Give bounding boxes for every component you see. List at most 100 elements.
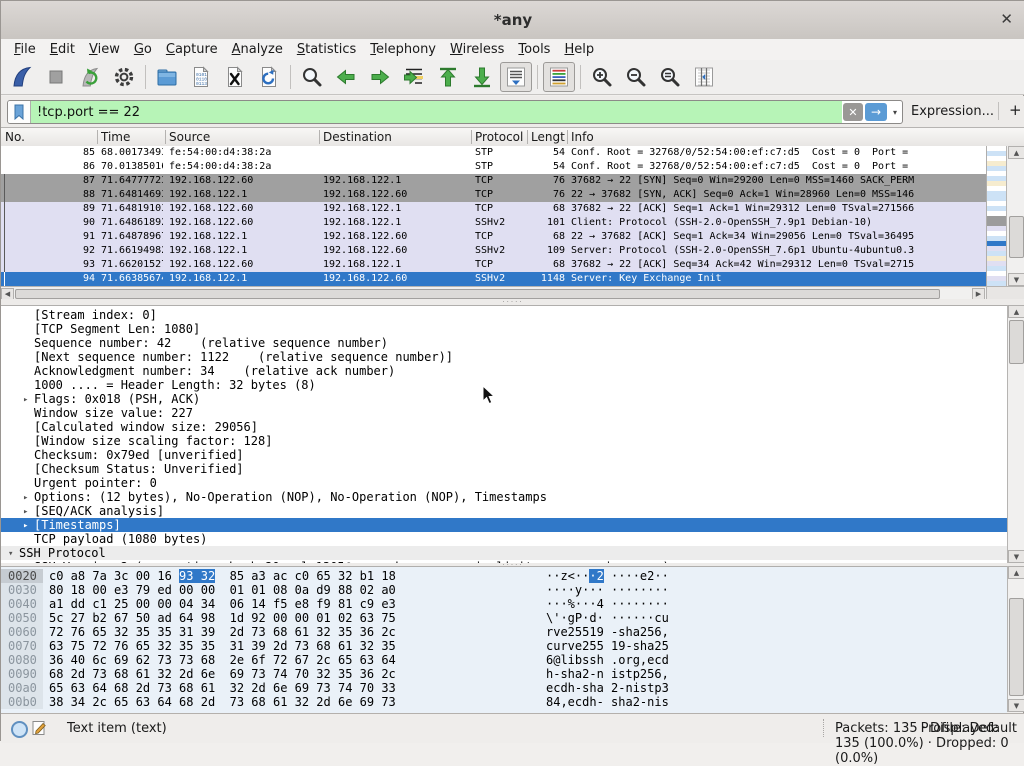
zoom-out-button[interactable] (620, 62, 652, 92)
resize-columns-button[interactable] (688, 62, 720, 92)
last-packet-button[interactable] (466, 62, 498, 92)
detail-line[interactable]: TCP payload (1080 bytes) (1, 532, 1007, 546)
save-file-button[interactable]: 010101100113 (185, 62, 217, 92)
filter-bookmark-button[interactable] (8, 101, 31, 123)
column-divider[interactable] (471, 130, 472, 144)
column-divider[interactable] (97, 130, 98, 144)
details-vscrollbar[interactable]: ▲ ▼ (1007, 305, 1024, 563)
menu-item-help[interactable]: Help (557, 40, 601, 59)
hex-bytes[interactable]: 63 75 72 76 65 32 35 35 31 39 2d 73 68 6… (49, 639, 396, 653)
column-divider[interactable] (527, 130, 528, 144)
close-window-button[interactable]: ✕ (996, 10, 1017, 28)
scroll-down-arrow-icon[interactable]: ▼ (1008, 550, 1024, 563)
hex-row-0060[interactable]: 006072 76 65 32 35 35 31 39 2d 73 68 61 … (1, 625, 1007, 639)
menu-item-analyze[interactable]: Analyze (225, 40, 290, 59)
hex-bytes[interactable]: 36 40 6c 69 62 73 73 68 2e 6f 72 67 2c 6… (49, 653, 396, 667)
column-divider[interactable] (319, 130, 320, 144)
detail-line[interactable]: [Window size scaling factor: 128] (1, 434, 1007, 448)
detail-line[interactable]: ▸[SEQ/ACK analysis] (1, 504, 1007, 518)
column-header-destination[interactable]: Destination (323, 129, 469, 145)
hex-row-0070[interactable]: 007063 75 72 76 65 32 35 35 31 39 2d 73 … (1, 639, 1007, 653)
scroll-up-arrow-icon[interactable]: ▲ (1008, 566, 1024, 579)
packet-list-minimap[interactable] (986, 146, 1007, 286)
hex-ascii[interactable]: rve25519 -sha256, (546, 625, 669, 639)
hex-ascii[interactable]: ··z<···2 ····e2·· (546, 569, 669, 583)
expert-info-icon[interactable] (11, 721, 28, 738)
expand-icon[interactable]: ▸ (23, 393, 28, 407)
hex-row-0030[interactable]: 003080 18 00 e3 79 ed 00 00 01 01 08 0a … (1, 583, 1007, 597)
add-filter-button[interactable]: + (1005, 101, 1024, 119)
capture-options-button[interactable] (108, 62, 140, 92)
detail-line[interactable]: Acknowledgment number: 34 (relative ack … (1, 364, 1007, 378)
first-packet-button[interactable] (432, 62, 464, 92)
menu-item-statistics[interactable]: Statistics (290, 40, 363, 59)
menu-item-telephony[interactable]: Telephony (363, 40, 443, 59)
detail-line[interactable]: [Stream index: 0] (1, 308, 1007, 322)
packet-bytes-pane[interactable]: 0020c0 a8 7a 3c 00 16 93 32 85 a3 ac c0 … (1, 566, 1007, 713)
menu-item-file[interactable]: File (7, 40, 43, 59)
scrollbar-thumb[interactable] (1009, 598, 1024, 696)
column-header-source[interactable]: Source (169, 129, 317, 145)
menu-item-tools[interactable]: Tools (511, 40, 557, 59)
hex-ascii[interactable]: ···%···4 ········ (546, 597, 669, 611)
hex-bytes[interactable]: c0 a8 7a 3c 00 16 93 32 85 a3 ac c0 65 3… (49, 569, 396, 583)
detail-line[interactable]: ▸Options: (12 bytes), No-Operation (NOP)… (1, 490, 1007, 504)
column-divider[interactable] (165, 130, 166, 144)
detail-line[interactable]: [Checksum Status: Unverified] (1, 462, 1007, 476)
column-header-protocol[interactable]: Protocol (475, 129, 525, 145)
hex-ascii[interactable]: ecdh-sha 2-nistp3 (546, 681, 669, 695)
detail-line[interactable]: ▸[Timestamps] (1, 518, 1007, 532)
packet-row-93[interactable]: 9371.662015274192.168.122.60192.168.122.… (1, 258, 986, 272)
hex-bytes[interactable]: 72 76 65 32 35 35 31 39 2d 73 68 61 32 3… (49, 625, 396, 639)
hex-row-00b0[interactable]: 00b038 34 2c 65 63 64 68 2d 73 68 61 32 … (1, 695, 1007, 709)
scrollbar-thumb[interactable] (1009, 320, 1024, 364)
reload-file-button[interactable] (253, 62, 285, 92)
hex-ascii[interactable]: curve255 19-sha25 (546, 639, 669, 653)
zoom-normal-button[interactable] (654, 62, 686, 92)
column-header-time[interactable]: Time (101, 129, 163, 145)
packet-row-89[interactable]: 8971.648191037192.168.122.60192.168.122.… (1, 202, 986, 216)
column-header-length[interactable]: Length (531, 129, 565, 145)
hex-ascii[interactable]: 84,ecdh- sha2-nis (546, 695, 669, 709)
hex-row-0020[interactable]: 0020c0 a8 7a 3c 00 16 93 32 85 a3 ac c0 … (1, 569, 1007, 583)
hex-bytes[interactable]: 5c 27 b2 67 50 ad 64 98 1d 92 00 00 01 0… (49, 611, 396, 625)
expand-icon[interactable]: ▸ (23, 491, 28, 505)
detail-line[interactable]: Window size value: 227 (1, 406, 1007, 420)
packet-list-hscrollbar[interactable]: ◀ ▶ (1, 286, 986, 300)
auto-scroll-button[interactable] (500, 62, 532, 92)
hex-row-0050[interactable]: 00505c 27 b2 67 50 ad 64 98 1d 92 00 00 … (1, 611, 1007, 625)
packet-list-vscrollbar[interactable]: ▲ ▼ (1006, 146, 1024, 286)
previous-packet-button[interactable] (330, 62, 362, 92)
start-capture-button[interactable] (6, 62, 38, 92)
packet-row-86[interactable]: 8670.013850163fe:54:00:d4:38:2aSTP54Conf… (1, 160, 986, 174)
packet-row-92[interactable]: 9271.661949820192.168.122.1192.168.122.6… (1, 244, 986, 258)
colorize-packets-button[interactable] (543, 62, 575, 92)
hex-ascii[interactable]: \'·gP·d· ······cu (546, 611, 669, 625)
hex-row-0080[interactable]: 008036 40 6c 69 62 73 73 68 2e 6f 72 67 … (1, 653, 1007, 667)
filter-history-dropdown[interactable]: ▾ (888, 101, 902, 123)
hex-ascii[interactable]: 6@libssh .org,ecd (546, 653, 669, 667)
detail-line[interactable]: 1000 .... = Header Length: 32 bytes (8) (1, 378, 1007, 392)
zoom-in-button[interactable] (586, 62, 618, 92)
packet-row-87[interactable]: 8771.647777234192.168.122.60192.168.122.… (1, 174, 986, 188)
bytes-vscrollbar[interactable]: ▲ ▼ (1007, 566, 1024, 712)
detail-line[interactable]: [Next sequence number: 1122 (relative se… (1, 350, 1007, 364)
profile-status[interactable]: Profile: Default (921, 721, 1017, 736)
menu-item-view[interactable]: View (82, 40, 127, 59)
packet-row-88[interactable]: 8871.648146932192.168.122.1192.168.122.6… (1, 188, 986, 202)
detail-line[interactable]: [Calculated window size: 29056] (1, 420, 1007, 434)
detail-line[interactable]: [TCP Segment Len: 1080] (1, 322, 1007, 336)
go-to-packet-button[interactable] (398, 62, 430, 92)
column-divider[interactable] (567, 130, 568, 144)
close-file-button[interactable] (219, 62, 251, 92)
menu-item-edit[interactable]: Edit (43, 40, 82, 59)
menu-item-go[interactable]: Go (127, 40, 159, 59)
hex-ascii[interactable]: ····y··· ········ (546, 583, 669, 597)
scroll-up-arrow-icon[interactable]: ▲ (1008, 146, 1024, 159)
packet-row-90[interactable]: 9071.648618924192.168.122.60192.168.122.… (1, 216, 986, 230)
collapse-icon[interactable]: ▾ (8, 547, 13, 561)
stop-capture-button[interactable] (40, 62, 72, 92)
column-header-no[interactable]: No. (5, 129, 95, 145)
hex-bytes[interactable]: 38 34 2c 65 63 64 68 2d 73 68 61 32 2d 6… (49, 695, 396, 709)
packet-row-91[interactable]: 9171.648789678192.168.122.1192.168.122.6… (1, 230, 986, 244)
